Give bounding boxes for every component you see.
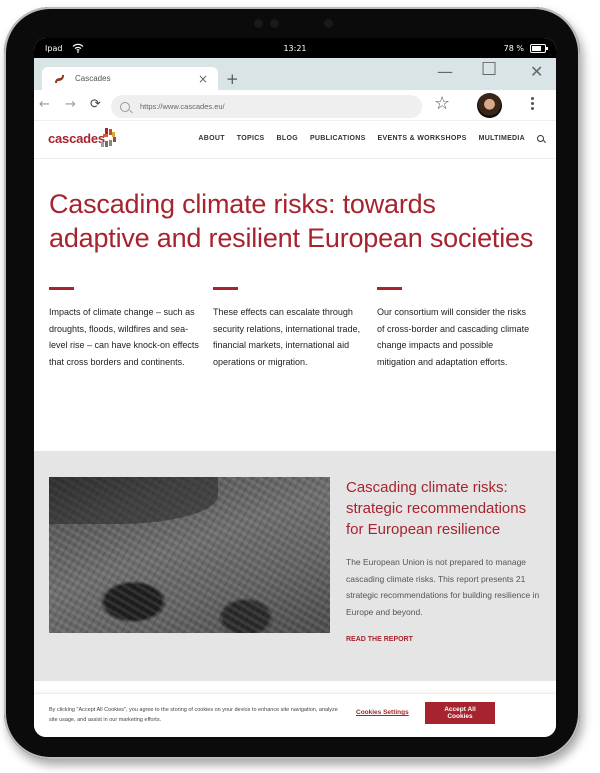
- battery-icon: [530, 43, 548, 53]
- nav-events-workshops[interactable]: EVENTS & WORKSHOPS: [378, 135, 467, 142]
- main-nav: ABOUT TOPICS BLOG PUBLICATIONS EVENTS & …: [198, 135, 544, 142]
- new-tab-button[interactable]: +: [226, 70, 239, 88]
- screen: Ipad 13:21 78 % Cascades × + — ☐ ✕ ← → ⟳…: [34, 38, 556, 737]
- read-report-link[interactable]: READ THE REPORT: [346, 636, 546, 643]
- cookie-text: By clicking "Accept All Cookies", you ag…: [49, 707, 338, 723]
- forward-button[interactable]: →: [65, 97, 76, 112]
- camera-dot: [254, 19, 263, 28]
- wifi-icon: [72, 43, 84, 53]
- tablet-frame: Ipad 13:21 78 % Cascades × + — ☐ ✕ ← → ⟳…: [4, 7, 580, 759]
- tab-title: Cascades: [75, 74, 111, 83]
- reload-button[interactable]: ⟳: [90, 97, 101, 112]
- cookie-banner: By clicking "Accept All Cookies", you ag…: [34, 693, 556, 737]
- address-bar-row: ← → ⟳ ☆: [34, 90, 556, 120]
- browser-menu-icon[interactable]: [531, 97, 535, 112]
- search-icon: [120, 101, 130, 112]
- nav-multimedia[interactable]: MULTIMEDIA: [479, 135, 525, 142]
- accent-bar: [377, 287, 402, 290]
- intro-text: These effects can escalate through secur…: [213, 307, 361, 367]
- clock: 13:21: [283, 43, 307, 53]
- favicon-icon: [55, 74, 64, 83]
- feature-title[interactable]: Cascading climate risks: strategic recom…: [346, 477, 546, 540]
- logo-mark-icon: [101, 128, 116, 147]
- feature-body: The European Union is not prepared to ma…: [346, 557, 540, 617]
- omnibox[interactable]: [111, 95, 422, 118]
- device-name: Ipad: [45, 43, 63, 53]
- maximize-button[interactable]: ☐: [481, 59, 497, 80]
- profile-avatar[interactable]: [477, 93, 502, 118]
- nav-blog[interactable]: BLOG: [277, 135, 298, 142]
- window-close-button[interactable]: ✕: [530, 62, 543, 81]
- minimize-button[interactable]: —: [437, 62, 453, 81]
- status-bar: Ipad 13:21 78 %: [34, 38, 556, 58]
- accept-all-cookies-button[interactable]: Accept All Cookies: [425, 702, 495, 724]
- intro-column: Impacts of climate change – such as drou…: [49, 287, 213, 370]
- url-input[interactable]: [138, 101, 402, 112]
- bookmark-star-icon[interactable]: ☆: [434, 93, 450, 114]
- browser-tab-bar: Cascades × + — ☐ ✕: [34, 58, 556, 90]
- camera-dot: [270, 19, 279, 28]
- site-search-icon[interactable]: [537, 135, 544, 142]
- nav-publications[interactable]: PUBLICATIONS: [310, 135, 366, 142]
- accent-bar: [213, 287, 238, 290]
- hero-section: Cascading climate risks: towards adaptiv…: [34, 159, 556, 255]
- intro-text: Impacts of climate change – such as drou…: [49, 307, 199, 367]
- nav-topics[interactable]: TOPICS: [237, 135, 265, 142]
- camera-dot: [324, 19, 333, 28]
- feature-content: Cascading climate risks: strategic recom…: [346, 477, 546, 643]
- intro-columns: Impacts of climate change – such as drou…: [34, 287, 556, 370]
- hero-title: Cascading climate risks: towards adaptiv…: [49, 189, 534, 253]
- feature-image[interactable]: [49, 477, 330, 633]
- tab-close-icon[interactable]: ×: [198, 72, 208, 86]
- intro-column: These effects can escalate through secur…: [213, 287, 377, 370]
- battery-percent: 78 %: [503, 43, 524, 53]
- back-button[interactable]: ←: [39, 97, 50, 112]
- nav-about[interactable]: ABOUT: [198, 135, 224, 142]
- accent-bar: [49, 287, 74, 290]
- browser-tab[interactable]: Cascades ×: [42, 67, 218, 90]
- site-header: cascades ABOUT TOPICS BLOG PUBLICATIONS …: [34, 120, 556, 159]
- cookies-settings-button[interactable]: Cookies Settings: [356, 709, 409, 716]
- intro-column: Our consortium will consider the risks o…: [377, 287, 541, 370]
- feature-section: Cascading climate risks: strategic recom…: [34, 451, 556, 681]
- intro-text: Our consortium will consider the risks o…: [377, 307, 530, 367]
